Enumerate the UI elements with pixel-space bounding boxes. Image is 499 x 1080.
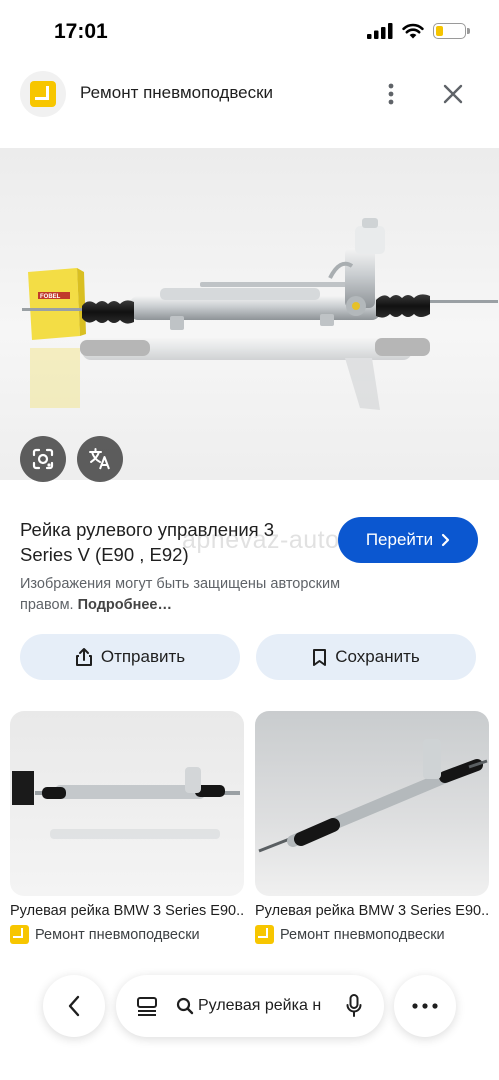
back-button[interactable] — [43, 975, 105, 1037]
learn-more-link[interactable]: Подробнее… — [78, 597, 172, 613]
related-photo-2 — [258, 739, 488, 853]
site-logo-icon — [10, 925, 29, 944]
google-lens-icon — [32, 448, 54, 470]
close-button[interactable] — [438, 78, 468, 110]
related-source-2[interactable]: Ремонт пневмоподвески — [255, 925, 445, 944]
product-box — [28, 268, 86, 340]
lens-button[interactable] — [20, 436, 66, 482]
copyright-notice: Изображения могут быть защищены авторски… — [20, 574, 380, 616]
site-favicon[interactable] — [20, 71, 66, 117]
search-icon — [176, 997, 194, 1015]
more-vert-icon — [388, 83, 394, 105]
site-logo-icon — [255, 925, 274, 944]
save-button[interactable]: Сохранить — [256, 634, 476, 680]
box-brand: FOBEL — [40, 294, 61, 300]
visit-button[interactable]: Перейти — [338, 517, 478, 563]
more-horiz-icon — [412, 1003, 438, 1009]
close-icon — [443, 84, 463, 104]
site-logo-icon — [30, 81, 56, 107]
main-image[interactable]: FOBEL apnevaz-auto.ru — [0, 148, 499, 480]
share-button[interactable]: Отправить — [20, 634, 240, 680]
related-title-1[interactable]: Рулевая рейка BMW 3 Series E90... — [10, 903, 244, 919]
copyright-text: Изображения могут быть защищены авторски… — [20, 576, 341, 613]
related-source-label-2: Ремонт пневмоподвески — [280, 926, 445, 943]
status-time: 17:01 — [54, 20, 108, 43]
viewer-header: Ремонт пневмоподвески — [0, 70, 499, 118]
translate-button[interactable] — [77, 436, 123, 482]
related-title-2[interactable]: Рулевая рейка BMW 3 Series E90... — [255, 903, 489, 919]
tabs-list-icon[interactable] — [136, 996, 158, 1016]
related-image-2[interactable] — [255, 711, 489, 896]
site-name[interactable]: Ремонт пневмоподвески — [80, 83, 273, 103]
related-source-label-1: Ремонт пневмоподвески — [35, 926, 200, 943]
share-label: Отправить — [100, 647, 186, 666]
translate-icon — [89, 448, 110, 470]
search-query: Рулевая рейка н — [198, 997, 322, 1014]
more-menu-button[interactable] — [394, 975, 456, 1037]
visit-button-label: Перейти — [365, 530, 434, 549]
microphone-icon[interactable] — [346, 994, 362, 1018]
more-options-button[interactable] — [376, 78, 406, 110]
battery-icon — [433, 23, 470, 39]
related-image-1[interactable] — [10, 711, 244, 896]
share-icon — [75, 648, 92, 666]
related-photo-1 — [12, 767, 240, 839]
steering-rack-photo: FOBEL — [22, 218, 498, 410]
cellular-signal-icon — [367, 23, 393, 39]
status-bar: 17:01 — [0, 0, 499, 62]
bookmark-icon — [313, 648, 327, 666]
save-label: Сохранить — [335, 647, 420, 666]
chevron-right-icon — [442, 533, 450, 547]
related-source-1[interactable]: Ремонт пневмоподвески — [10, 925, 200, 944]
wifi-icon — [402, 23, 424, 39]
search-bar[interactable]: Рулевая рейка н — [116, 975, 384, 1037]
chevron-left-icon — [68, 995, 80, 1017]
status-icons — [367, 23, 470, 39]
